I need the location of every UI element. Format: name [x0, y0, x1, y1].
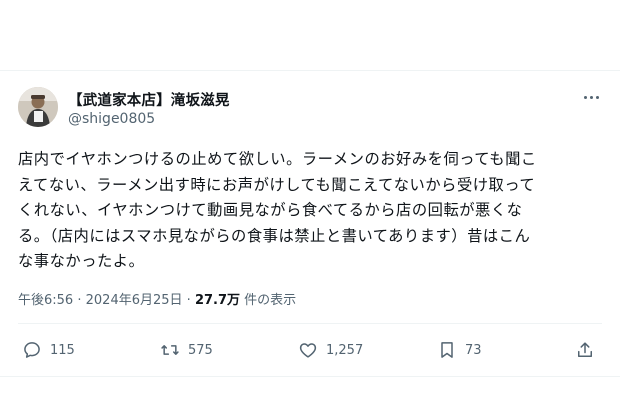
reply-icon: [24, 342, 40, 358]
divider: [18, 323, 602, 324]
reply-count: 115: [50, 342, 75, 358]
like-count: 1,257: [326, 342, 364, 358]
share-icon: [578, 342, 592, 357]
view-count: 27.7万: [194, 293, 241, 308]
tweet-card: 【武道家本店】滝坂滋晃 @shige0805 店内でイヤホンつけるの止めて欲しい…: [0, 70, 620, 377]
bookmark-icon: [441, 342, 453, 358]
tweet-date[interactable]: 2024年6月25日: [86, 293, 183, 308]
heart-icon: [299, 343, 317, 358]
tweet-meta: 午後6:56 · 2024年6月25日 · 27.7万 件の表示: [18, 289, 296, 308]
avatar[interactable]: [18, 87, 58, 127]
tweet-text: 店内でイヤホンつけるの止めて欲しい。ラーメンのお好みを伺っても聞こ えてない、ラ…: [18, 150, 537, 270]
like-button[interactable]: 1,257: [298, 339, 363, 361]
more-dots-icon[interactable]: [581, 89, 603, 105]
share-button[interactable]: [575, 339, 595, 361]
reply-button[interactable]: 115: [22, 339, 75, 361]
meta-separator: ·: [186, 293, 191, 308]
retweet-icon: [161, 345, 179, 355]
meta-separator: ·: [77, 293, 82, 308]
bookmark-count: 73: [465, 342, 482, 358]
avatar-image: [18, 87, 58, 127]
retweet-button[interactable]: 575: [160, 339, 213, 361]
author-handle[interactable]: @shige0805: [68, 111, 155, 127]
bookmark-button[interactable]: 73: [437, 339, 482, 361]
view-label: 件の表示: [244, 293, 297, 308]
author-name[interactable]: 【武道家本店】滝坂滋晃: [68, 89, 230, 110]
tweet-time[interactable]: 午後6:56: [18, 293, 73, 308]
retweet-count: 575: [188, 342, 213, 358]
